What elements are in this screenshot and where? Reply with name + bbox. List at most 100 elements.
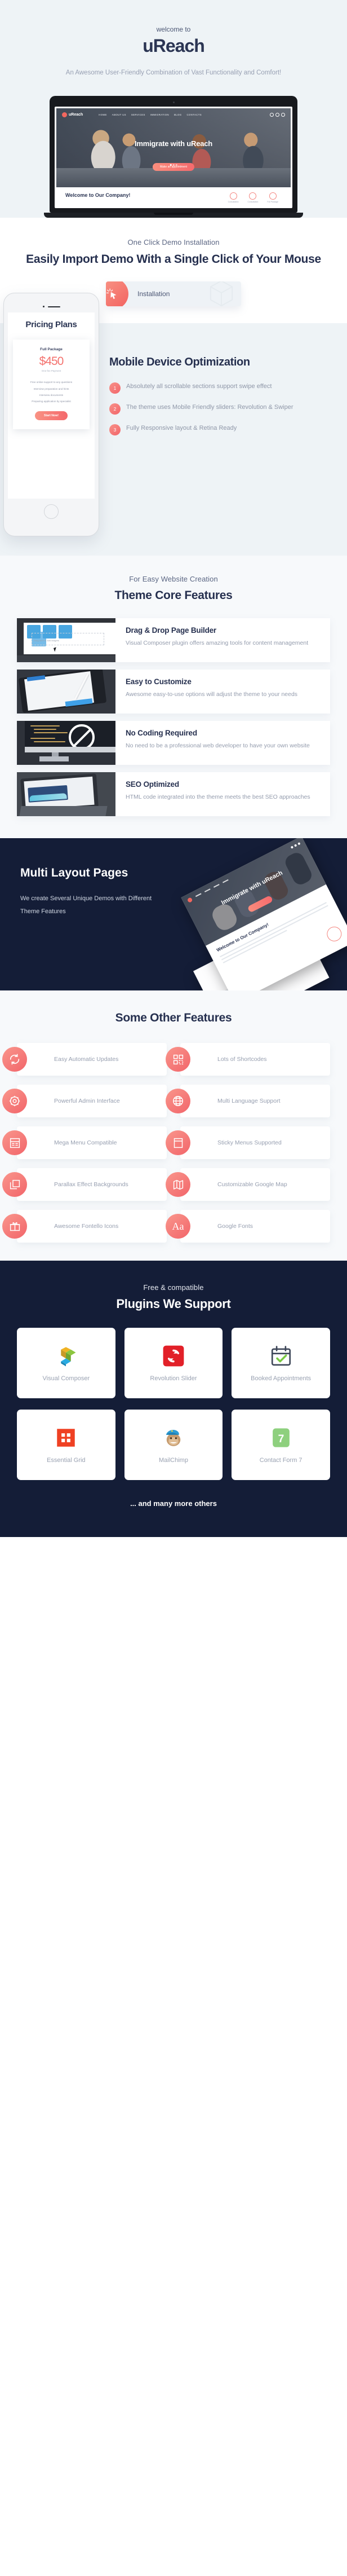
hero-tagline: An Awesome User-Friendly Combination of … [65, 69, 282, 76]
social-icon[interactable] [270, 112, 274, 117]
other-feature-label: Customizable Google Map [217, 1181, 287, 1188]
svg-text:7: 7 [278, 1433, 284, 1445]
phone-camera-icon [42, 306, 45, 308]
phone-home-button[interactable] [44, 504, 59, 519]
feature-card: No Coding Required No need to be a profe… [17, 721, 330, 765]
plan-feature: Interview preparation and hints [33, 387, 69, 390]
other-feature-label: Easy Automatic Updates [54, 1055, 119, 1063]
one-click-title: Easily Import Demo With a Single Click o… [26, 252, 321, 266]
phone-mockup: Pricing Plans Full Package $450 One-fee … [0, 293, 107, 537]
slider-dots[interactable] [170, 164, 177, 166]
other-feature-card[interactable]: Sticky Menus Supported [166, 1126, 330, 1160]
other-feature-label: Mega Menu Compatible [54, 1139, 117, 1146]
builder-hint-label: Drag here to add widgets [34, 639, 59, 642]
contact-form-7-logo: 7 [268, 1425, 294, 1451]
booked-calendar-logo [268, 1343, 294, 1369]
theme-core-features-section: For Easy Website Creation Theme Core Fea… [0, 556, 347, 839]
other-feature-card[interactable]: Powerful Admin Interface [2, 1085, 167, 1118]
service-item: Consultation [228, 192, 239, 203]
plugins-more-text: ... and many more others [130, 1499, 217, 1508]
service-label: Full Package [267, 200, 278, 203]
site-menu-item[interactable]: IMMIGRATION [150, 113, 169, 116]
other-feature-card[interactable]: Parallax Effect Backgrounds [2, 1168, 167, 1201]
plan-feature: Free online support to any questions [30, 381, 73, 384]
plugin-card[interactable]: MailChimp [124, 1410, 223, 1481]
cube-box-icon [208, 281, 234, 307]
plugin-card[interactable]: Essential Grid [17, 1410, 115, 1481]
refresh-icon [2, 1047, 27, 1072]
sticky-window-icon [166, 1130, 190, 1156]
other-feature-card[interactable]: Awesome Fontello Icons [2, 1210, 167, 1243]
plugin-card[interactable]: Revolution Slider [124, 1328, 223, 1399]
slider-dot[interactable] [170, 164, 172, 166]
laptop-page-builder-image: Drag here to add widgets [17, 618, 115, 663]
mailchimp-monkey-logo [161, 1425, 186, 1451]
plan-feature: Interview documents [39, 393, 64, 397]
other-feature-card[interactable]: Mega Menu Compatible [2, 1126, 167, 1160]
other-feature-card[interactable]: Customizable Google Map [166, 1168, 330, 1201]
feature-desc: Visual Composer plugin offers amazing to… [126, 640, 309, 647]
social-icon[interactable] [275, 112, 279, 117]
other-feature-label: Multi Language Support [217, 1097, 281, 1104]
logo-mark-icon [62, 112, 67, 117]
grid-blocks-icon [166, 1047, 190, 1072]
other-feature-label: Sticky Menus Supported [217, 1139, 282, 1146]
plugin-card[interactable]: 7 Contact Form 7 [232, 1410, 330, 1481]
site-menu-item[interactable]: HOME [99, 113, 107, 116]
start-now-button[interactable]: Start Now! [35, 411, 68, 421]
site-preview-slide-title: Immigrate with uReach [134, 139, 213, 148]
other-feature-card[interactable]: Aa Google Fonts [166, 1210, 330, 1243]
feature-title: SEO Optimized [126, 780, 179, 789]
site-menu-item[interactable]: CONTACTS [187, 113, 202, 116]
laptop-base [44, 212, 303, 218]
tablet-analytics-image [17, 772, 115, 817]
landing-page: welcome to uReach An Awesome User-Friend… [0, 0, 347, 1538]
plan-name: Full Package [40, 347, 63, 352]
plugin-label: Visual Composer [42, 1375, 90, 1382]
other-feature-card[interactable]: Multi Language Support [166, 1085, 330, 1118]
feature-title: Easy to Customize [126, 677, 192, 686]
site-welcome-heading: Welcome to Our Company! [65, 192, 131, 198]
site-preview-menu: HOME ABOUT US SERVICES IMMIGRATION BLOG … [99, 113, 202, 116]
site-service-icons: Consultation Consultation Full Package [228, 192, 282, 203]
installation-card[interactable]: Installation [106, 281, 241, 307]
other-feature-card[interactable]: Lots of Shortcodes [166, 1043, 330, 1076]
plugin-label: Revolution Slider [150, 1375, 197, 1382]
site-preview-nav: uReach HOME ABOUT US SERVICES IMMIGRATIO… [56, 112, 291, 117]
social-icon[interactable] [281, 112, 285, 117]
site-menu-item[interactable]: SERVICES [131, 113, 145, 116]
mobile-feature-text: Absolutely all scrollable sections suppo… [126, 383, 272, 390]
plugin-label: Contact Form 7 [259, 1457, 302, 1464]
site-menu-item[interactable]: BLOG [174, 113, 182, 116]
feature-desc: HTML code integrated into the theme meet… [126, 794, 310, 801]
gear-icon [2, 1089, 27, 1114]
cursor-icon [54, 647, 57, 652]
other-feature-label: Lots of Shortcodes [217, 1055, 267, 1063]
site-menu-item[interactable]: ABOUT US [112, 113, 126, 116]
site-social-icons [270, 112, 285, 117]
one-click-subtitle: One Click Demo Installation [127, 237, 220, 246]
slider-dot[interactable] [172, 164, 175, 166]
multi-layout-text: We create Several Unique Demos with Diff… [20, 895, 152, 915]
feature-card: Drag here to add widgets Drag & Drop Pag… [17, 618, 330, 663]
slider-dot[interactable] [175, 164, 177, 166]
artwork-badge-icon [324, 924, 344, 944]
plugins-title: Plugins We Support [116, 1297, 231, 1311]
site-preview-logo: uReach [62, 112, 83, 117]
pricing-plans-title: Pricing Plans [25, 320, 77, 330]
pricing-card: Full Package $450 One-fee Payment Free o… [13, 340, 90, 430]
plugin-card[interactable]: Booked Appointments [232, 1328, 330, 1399]
other-feature-card[interactable]: Easy Automatic Updates [2, 1043, 167, 1076]
site-preview-hero: uReach HOME ABOUT US SERVICES IMMIGRATIO… [56, 108, 291, 187]
feature-title: No Coding Required [126, 729, 197, 738]
mobile-feature-text: The theme uses Mobile Friendly sliders: … [126, 404, 293, 411]
visual-composer-logo [53, 1343, 79, 1369]
plugin-card[interactable]: Visual Composer [17, 1328, 115, 1399]
other-feature-label: Awesome Fontello Icons [54, 1222, 119, 1230]
plugin-label: Essential Grid [47, 1457, 86, 1464]
phone-top-bar [8, 306, 95, 308]
hero-welcome-text: welcome to [156, 25, 191, 33]
service-label: Consultation [228, 200, 239, 203]
mobile-feature-item: 1 Absolutely all scrollable sections sup… [109, 382, 337, 394]
hero-section: welcome to uReach An Awesome User-Friend… [0, 0, 347, 218]
